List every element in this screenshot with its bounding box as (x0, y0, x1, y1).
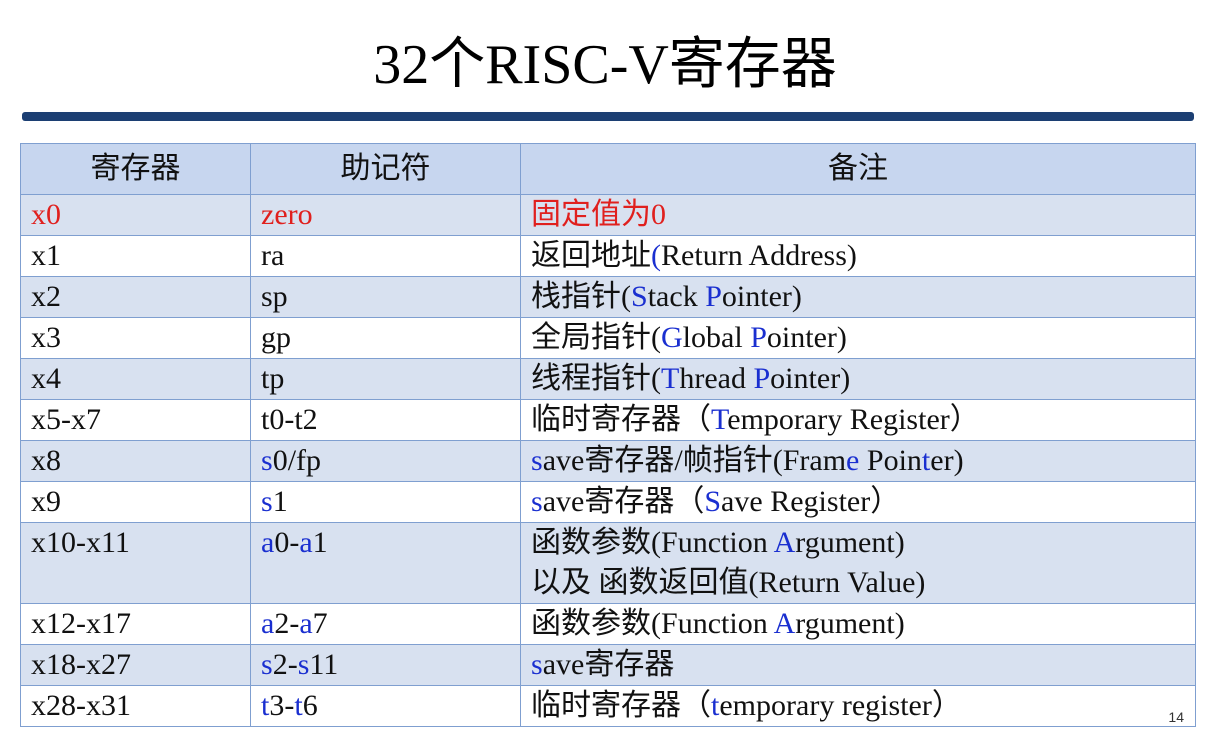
note-cell: 函数参数(Function Argument) 以及 函数返回值(Return … (520, 522, 1196, 604)
note-cell: 栈指针(Stack Pointer) (520, 276, 1196, 318)
note-line: 以及 函数返回值(Return Value) (531, 566, 926, 599)
mnemonic-cell: gp (250, 317, 521, 359)
header-mnemonic: 助记符 (250, 143, 521, 195)
note-cell: save寄存器 (520, 644, 1196, 686)
note-line: 函数参数(Function Argument) (531, 526, 905, 559)
mnemonic-cell: s1 (250, 481, 521, 523)
mnemonic-cell: ra (250, 235, 521, 277)
note-cell: 全局指针(Global Pointer) (520, 317, 1196, 359)
note-cell: 函数参数(Function Argument) (520, 603, 1196, 645)
note-cell: save寄存器/帧指针(Frame Pointer) (520, 440, 1196, 482)
mnemonic-cell: zero (250, 194, 521, 236)
table-row: x4 tp 线程指针(Thread Pointer) (20, 358, 1196, 400)
mnemonic-cell: t0-t2 (250, 399, 521, 441)
register-cell: x2 (20, 276, 251, 318)
mnemonic-cell: a2-a7 (250, 603, 521, 645)
register-cell: x0 (20, 194, 251, 236)
table-header-row: 寄存器 助记符 备注 (20, 143, 1196, 195)
header-note: 备注 (520, 143, 1196, 195)
table-row: x18-x27 s2-s11 save寄存器 (20, 644, 1196, 686)
note-cell: save寄存器（Save Register） (520, 481, 1196, 523)
register-cell: x18-x27 (20, 644, 251, 686)
header-register: 寄存器 (20, 143, 251, 195)
table-row: x1 ra 返回地址(Return Address) (20, 235, 1196, 277)
register-cell: x1 (20, 235, 251, 277)
register-cell: x8 (20, 440, 251, 482)
table-row: x3 gp 全局指针(Global Pointer) (20, 317, 1196, 359)
note-cell: 临时寄存器（temporary register） (520, 685, 1196, 727)
register-cell: x10-x11 (20, 522, 251, 604)
table-row: x2 sp 栈指针(Stack Pointer) (20, 276, 1196, 318)
register-cell: x4 (20, 358, 251, 400)
note-cell: 返回地址(Return Address) (520, 235, 1196, 277)
register-cell: x5-x7 (20, 399, 251, 441)
table-row: x9 s1 save寄存器（Save Register） (20, 481, 1196, 523)
mnemonic-cell: sp (250, 276, 521, 318)
table-row: x10-x11 a0-a1 函数参数(Function Argument) 以及… (20, 522, 1196, 604)
mnemonic-cell: s2-s11 (250, 644, 521, 686)
note-cell: 线程指针(Thread Pointer) (520, 358, 1196, 400)
register-cell: x12-x17 (20, 603, 251, 645)
register-cell: x9 (20, 481, 251, 523)
register-cell: x3 (20, 317, 251, 359)
table-row: x8 s0/fp save寄存器/帧指针(Frame Pointer) (20, 440, 1196, 482)
table-row: x0 zero 固定值为0 (20, 194, 1196, 236)
mnemonic-cell: a0-a1 (250, 522, 521, 604)
table-row: x12-x17 a2-a7 函数参数(Function Argument) (20, 603, 1196, 645)
mnemonic-cell: s0/fp (250, 440, 521, 482)
register-cell: x28-x31 (20, 685, 251, 727)
mnemonic-cell: t3-t6 (250, 685, 521, 727)
slide-title: 32个RISC-V寄存器 (373, 34, 837, 96)
note-cell: 固定值为0 (520, 194, 1196, 236)
page-number: 14 (1168, 709, 1184, 725)
mnemonic-cell: tp (250, 358, 521, 400)
table-row: x28-x31 t3-t6 临时寄存器（temporary register） (20, 685, 1196, 727)
note-cell: 临时寄存器（Temporary Register） (520, 399, 1196, 441)
register-table: 寄存器 助记符 备注 x0 zero 固定值为0 x1 ra 返回地址(Retu… (20, 143, 1196, 727)
table-row: x5-x7 t0-t2 临时寄存器（Temporary Register） (20, 399, 1196, 441)
title-divider (22, 112, 1194, 121)
